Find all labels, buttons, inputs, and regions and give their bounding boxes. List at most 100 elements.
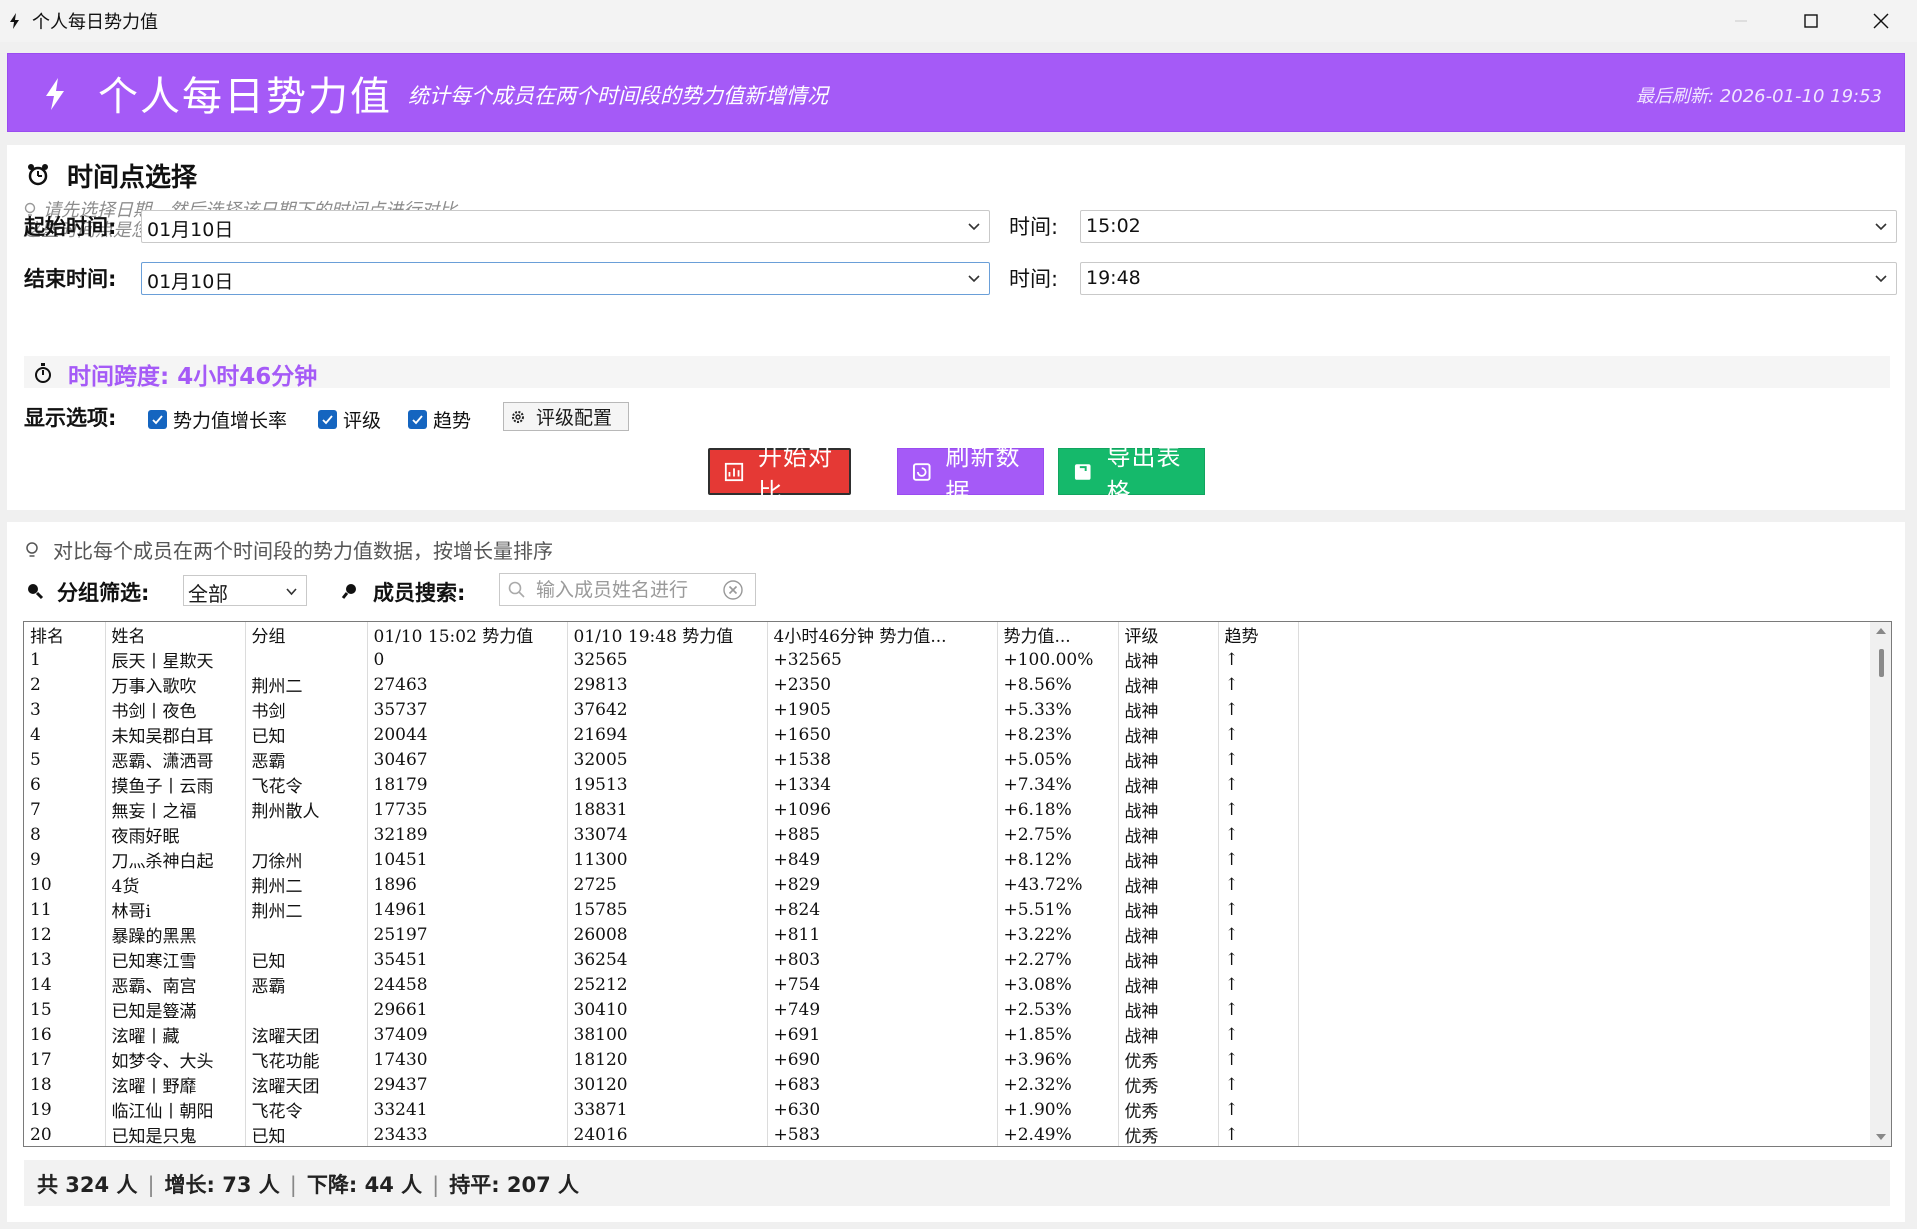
minimize-button[interactable]	[1706, 0, 1776, 42]
table-cell: 30410	[567, 997, 768, 1022]
table-cell: 刀徐州	[245, 847, 368, 872]
chevron-down-icon	[1875, 223, 1887, 231]
check-icon	[408, 410, 427, 429]
table-cell: ↑	[1218, 972, 1299, 997]
column-header[interactable]: 势力值...	[997, 622, 1119, 647]
column-header[interactable]: 分组	[245, 622, 368, 647]
start-time-select[interactable]: 15:02	[1080, 210, 1897, 243]
growth-rate-checkbox[interactable]: 势力值增长率	[148, 406, 287, 433]
separator: |	[147, 1173, 155, 1197]
table-cell: +1096	[767, 797, 998, 822]
table-row[interactable]: 13 已知寒江雪 已知 35451 36254 +803 +2.27% 战神 ↑	[24, 947, 1299, 972]
page-header: 个人每日势力值 统计每个成员在两个时间段的势力值新增情况 最后刷新: 2026-…	[7, 53, 1905, 132]
maximize-icon	[1804, 14, 1818, 28]
table-row[interactable]: 18 泫曜丨野靡 泫曜天团 29437 30120 +683 +2.32% 优秀 ↑	[24, 1072, 1299, 1097]
rating-checkbox[interactable]: 评级	[318, 406, 381, 433]
table-row[interactable]: 8 夜雨好眠 32189 33074 +885 +2.75% 战神 ↑	[24, 822, 1299, 847]
table-row[interactable]: 20 已知是只鬼 已知 23433 24016 +583 +2.49% 优秀 ↑	[24, 1122, 1299, 1146]
scrollbar-thumb[interactable]	[1879, 649, 1884, 677]
column-header[interactable]: 趋势	[1218, 622, 1299, 647]
refresh-data-button[interactable]: 刷新数据	[897, 443, 1044, 506]
close-button[interactable]	[1846, 0, 1916, 42]
table-cell: 已知	[245, 947, 368, 972]
table-cell: 飞花令	[245, 1097, 368, 1122]
column-header[interactable]: 01/10 19:48 势力值	[567, 622, 768, 647]
table-cell: 無妄丨之福	[105, 797, 246, 822]
table-cell: 2	[24, 672, 106, 697]
rating-config-button[interactable]: 评级配置	[503, 402, 629, 431]
table-row[interactable]: 4 未知吴郡白耳 已知 20044 21694 +1650 +8.23% 战神 ↑	[24, 722, 1299, 747]
table-cell: 15	[24, 997, 106, 1022]
table-row[interactable]: 15 已知是簦滿 29661 30410 +749 +2.53% 战神 ↑	[24, 997, 1299, 1022]
start-date-select[interactable]: 01月10日	[141, 210, 990, 243]
table-cell: 14961	[367, 897, 568, 922]
start-compare-button[interactable]: 开始对比	[708, 443, 851, 506]
column-header[interactable]: 排名	[24, 622, 106, 647]
table-cell: 10	[24, 872, 106, 897]
trend-label: 趋势	[433, 410, 472, 432]
member-search-input[interactable]	[534, 576, 729, 603]
check-icon	[318, 410, 337, 429]
table-cell: 战神	[1118, 997, 1219, 1022]
minimize-icon	[1735, 20, 1747, 22]
search-icon	[28, 584, 44, 600]
table-row[interactable]: 2 万事入歌吹 荆州二 27463 29813 +2350 +8.56% 战神 ↑	[24, 672, 1299, 697]
column-header[interactable]: 评级	[1118, 622, 1219, 647]
table-row[interactable]: 3 书剑丨夜色 书剑 35737 37642 +1905 +5.33% 战神 ↑	[24, 697, 1299, 722]
table-cell: 泫曜天团	[245, 1022, 368, 1047]
end-time-select[interactable]: 19:48	[1080, 262, 1897, 295]
member-search-box[interactable]	[499, 573, 756, 606]
table-cell: +1.90%	[997, 1097, 1119, 1122]
table-row[interactable]: 19 临江仙丨朝阳 飞花令 33241 33871 +630 +1.90% 优秀 ↑	[24, 1097, 1299, 1122]
export-table-button[interactable]: 导出表格	[1058, 443, 1205, 506]
table-cell: 1	[24, 647, 106, 672]
table-row[interactable]: 7 無妄丨之福 荆州散人 17735 18831 +1096 +6.18% 战神 ↑	[24, 797, 1299, 822]
column-header[interactable]: 姓名	[105, 622, 246, 647]
table-row[interactable]: 1 辰天丨星欺天 0 32565 +32565 +100.00% 战神 ↑	[24, 647, 1299, 672]
maximize-button[interactable]	[1776, 0, 1846, 42]
end-time-label: 结束时间:	[24, 267, 117, 291]
table-row[interactable]: 11 林哥i 荆州二 14961 15785 +824 +5.51% 战神 ↑	[24, 897, 1299, 922]
table-cell: +5.05%	[997, 747, 1119, 772]
table-cell: 14	[24, 972, 106, 997]
table-cell: +803	[767, 947, 998, 972]
table-row[interactable]: 9 刀灬杀神白起 刀徐州 10451 11300 +849 +8.12% 战神 ↑	[24, 847, 1299, 872]
table-cell: 辰天丨星欺天	[105, 647, 246, 672]
table-cell: 24458	[367, 972, 568, 997]
table-row[interactable]: 17 如梦令、大头 飞花功能 17430 18120 +690 +3.96% 优秀 ↑	[24, 1047, 1299, 1072]
table-cell: 37642	[567, 697, 768, 722]
scroll-up-icon[interactable]	[1876, 628, 1886, 634]
table-row[interactable]: 14 恶霸、南宫 恶霸 24458 25212 +754 +3.08% 战神 ↑	[24, 972, 1299, 997]
clear-icon[interactable]	[723, 580, 743, 600]
table-row[interactable]: 5 恶霸、潇洒哥 恶霸 30467 32005 +1538 +5.05% 战神 ↑	[24, 747, 1299, 772]
table-cell: 17430	[367, 1047, 568, 1072]
vertical-scrollbar[interactable]	[1870, 622, 1891, 1146]
table-cell: 8	[24, 822, 106, 847]
separator: |	[289, 1173, 297, 1197]
table-row[interactable]: 16 泫曜丨藏 泫曜天团 37409 38100 +691 +1.85% 战神 ↑	[24, 1022, 1299, 1047]
table-cell: 如梦令、大头	[105, 1047, 246, 1072]
page-title: 个人每日势力值	[98, 74, 392, 120]
table-cell: +3.08%	[997, 972, 1119, 997]
scroll-down-icon[interactable]	[1876, 1134, 1886, 1140]
group-filter-select[interactable]: 全部	[183, 575, 307, 606]
table-cell: 32005	[567, 747, 768, 772]
trend-checkbox[interactable]: 趋势	[408, 406, 471, 433]
table-row[interactable]: 10 4货 荆州二 1896 2725 +829 +43.72% 战神 ↑	[24, 872, 1299, 897]
rating-config-label: 评级配置	[536, 407, 613, 429]
table-row[interactable]: 12 暴躁的黑黑 25197 26008 +811 +3.22% 战神 ↑	[24, 922, 1299, 947]
table-cell: 战神	[1118, 922, 1219, 947]
table-cell: 摸鱼子丨云雨	[105, 772, 246, 797]
table-cell: ↑	[1218, 722, 1299, 747]
table-cell: 书剑丨夜色	[105, 697, 246, 722]
end-date-select[interactable]: 01月10日	[141, 262, 990, 295]
table-row[interactable]: 6 摸鱼子丨云雨 飞花令 18179 19513 +1334 +7.34% 战神 ↑	[24, 772, 1299, 797]
table-cell: 恶霸、潇洒哥	[105, 747, 246, 772]
table-cell: ↑	[1218, 1122, 1299, 1146]
table-cell: 荆州二	[245, 872, 368, 897]
table-cell: +8.56%	[997, 672, 1119, 697]
table-cell: +2.75%	[997, 822, 1119, 847]
table-cell: +1334	[767, 772, 998, 797]
column-header[interactable]: 01/10 15:02 势力值	[367, 622, 568, 647]
column-header[interactable]: 4小时46分钟 势力值...	[767, 622, 998, 647]
